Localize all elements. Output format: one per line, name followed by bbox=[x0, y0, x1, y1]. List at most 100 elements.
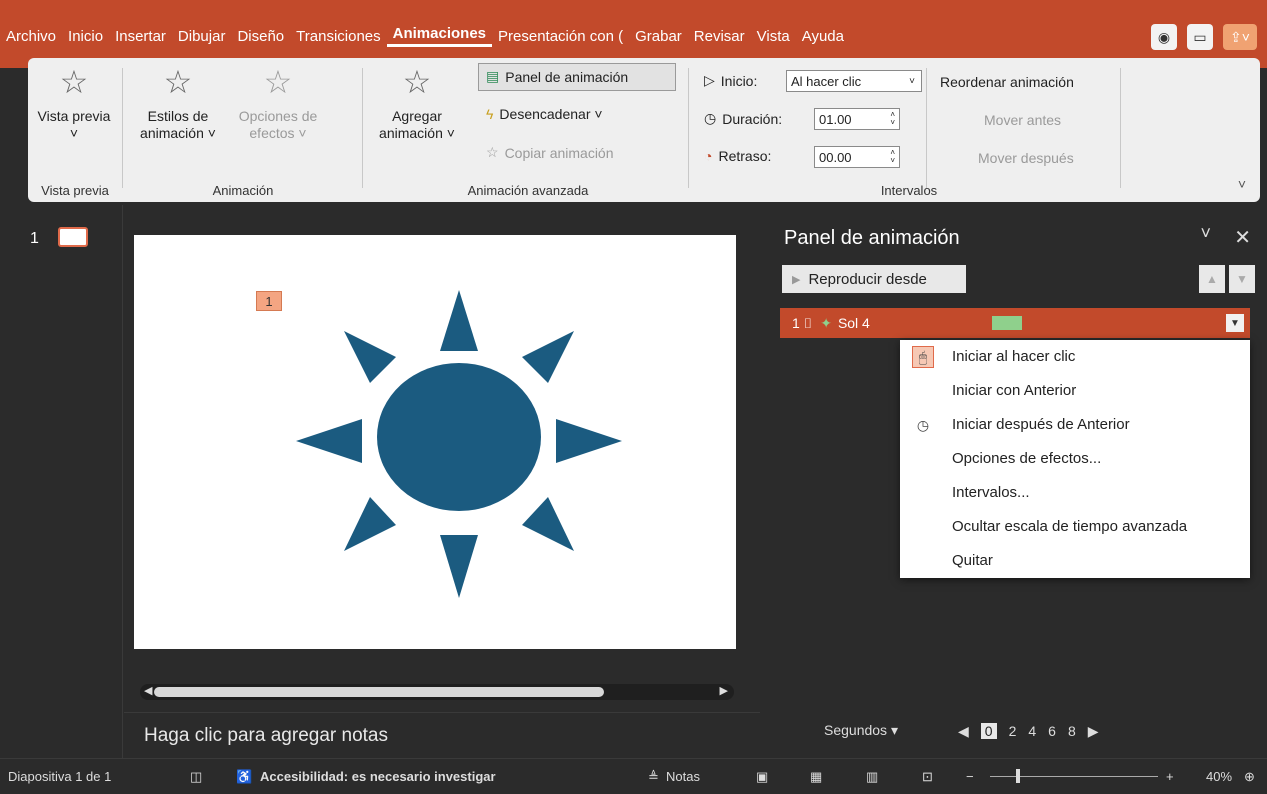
divider bbox=[122, 68, 123, 188]
tick-label: 8 bbox=[1067, 723, 1076, 739]
tab-dibujar[interactable]: Dibujar bbox=[172, 28, 232, 45]
slide-counter: Diapositiva 1 de 1 bbox=[8, 769, 112, 784]
tab-animaciones[interactable]: Animaciones bbox=[386, 25, 493, 47]
copy-animation-button[interactable]: ☆ Copiar animación bbox=[486, 144, 614, 161]
comments-icon[interactable]: ▭ bbox=[1187, 24, 1213, 50]
group-label-preview: Vista previa bbox=[41, 183, 109, 198]
tab-ayuda[interactable]: Ayuda bbox=[796, 28, 850, 45]
fit-slide-icon[interactable]: ⊕ bbox=[1244, 769, 1255, 785]
notes-area[interactable]: Haga clic para agregar notas bbox=[124, 712, 760, 759]
animation-pane-button[interactable]: ▤ Panel de animación bbox=[486, 68, 628, 85]
reading-view-icon[interactable]: ▥ bbox=[866, 769, 878, 785]
move-later-button[interactable]: Mover después bbox=[978, 150, 1074, 166]
tab-inicio[interactable]: Inicio bbox=[62, 28, 109, 45]
duration-spinner[interactable]: 01.00 ˄ ˅ bbox=[814, 108, 900, 130]
animation-item[interactable]: 1 ⌷ ✦ Sol 4 ▼ bbox=[780, 308, 1250, 338]
start-select[interactable]: Al hacer clic ˅ bbox=[786, 70, 922, 92]
slide-thumbnail[interactable] bbox=[58, 227, 88, 247]
move-down-icon[interactable]: ▼ bbox=[1229, 265, 1255, 293]
tab-archivo[interactable]: Archivo bbox=[0, 28, 62, 45]
menu-item-timing[interactable]: Intervalos... bbox=[952, 484, 1030, 501]
star-copy-icon: ☆ bbox=[486, 144, 499, 160]
effect-options-button[interactable]: ☆ Opciones de efectos ˅ bbox=[228, 62, 328, 142]
star-options-icon: ☆ bbox=[263, 63, 293, 100]
chevron-down-icon: ˅ bbox=[909, 75, 915, 87]
lightning-icon: ϟ bbox=[486, 106, 494, 122]
notes-button[interactable]: Notas bbox=[666, 769, 700, 784]
ribbon-collapse-icon[interactable]: ˅ bbox=[1238, 176, 1246, 192]
delay-label: ◔ Retraso: bbox=[704, 148, 772, 164]
add-animation-button[interactable]: ☆ Agregar animación ˅ bbox=[372, 62, 462, 142]
move-earlier-button[interactable]: Mover antes bbox=[984, 112, 1061, 128]
scale-left-icon[interactable]: ◀ bbox=[958, 723, 969, 740]
sun-circle bbox=[377, 363, 541, 511]
zoom-in-icon[interactable]: + bbox=[1166, 769, 1174, 784]
share-icon[interactable]: ⇪˅ bbox=[1223, 24, 1257, 50]
duration-label: ◷ Duración: bbox=[704, 110, 783, 127]
menu-item-start-with-previous[interactable]: Iniciar con Anterior bbox=[952, 382, 1076, 399]
spinner-arrows-icon[interactable]: ˄ ˅ bbox=[890, 111, 895, 127]
item-dropdown-icon[interactable]: ▼ bbox=[1226, 314, 1244, 332]
record-icon[interactable]: ◉ bbox=[1151, 24, 1177, 50]
accessibility-status[interactable]: Accesibilidad: es necesario investigar bbox=[260, 769, 496, 784]
group-label-advanced: Animación avanzada bbox=[467, 183, 589, 198]
horizontal-scrollbar[interactable]: ◀ ▶ bbox=[140, 684, 734, 700]
tab-vista[interactable]: Vista bbox=[751, 28, 796, 45]
timeline: Segundos ▾ ◀ 0 2 4 6 8 ▶ bbox=[810, 712, 1267, 758]
menu-item-start-after-previous[interactable]: Iniciar después de Anterior bbox=[952, 416, 1130, 433]
spinner-arrows-icon[interactable]: ˄ ˅ bbox=[890, 149, 895, 165]
preview-button[interactable]: ☆ Vista previa ˅ bbox=[34, 62, 114, 142]
sun-shape[interactable] bbox=[134, 235, 736, 649]
normal-view-icon[interactable]: ▣ bbox=[756, 769, 768, 785]
menu-item-remove[interactable]: Quitar bbox=[952, 552, 993, 569]
tab-diseno[interactable]: Diseño bbox=[231, 28, 290, 45]
ribbon-tabs: Archivo Inicio Insertar Dibujar Diseño T… bbox=[0, 18, 850, 54]
sun-ray-bottom-left bbox=[344, 497, 396, 551]
menu-item-hide-timeline[interactable]: Ocultar escala de tiempo avanzada bbox=[952, 518, 1187, 535]
tab-grabar[interactable]: Grabar bbox=[629, 28, 688, 45]
notes-icon: ≜ bbox=[648, 769, 659, 784]
tick-label: 6 bbox=[1048, 723, 1056, 739]
delay-spinner[interactable]: 00.00 ˄ ˅ bbox=[814, 146, 900, 168]
scale-right-icon[interactable]: ▶ bbox=[1088, 723, 1099, 740]
tick-label: 4 bbox=[1028, 723, 1037, 739]
animation-pane-icon: ▤ bbox=[486, 68, 500, 84]
book-icon[interactable]: ◫ bbox=[190, 769, 202, 785]
reorder-label: Reordenar animación bbox=[940, 74, 1074, 90]
close-icon[interactable]: ✕ bbox=[1234, 225, 1251, 250]
slide-sorter-icon[interactable]: ▦ bbox=[810, 769, 822, 785]
slide-canvas[interactable]: 1 bbox=[134, 235, 736, 649]
move-up-icon[interactable]: ▲ bbox=[1199, 265, 1225, 293]
tab-revisar[interactable]: Revisar bbox=[688, 28, 751, 45]
zoom-slider-knob[interactable] bbox=[1016, 769, 1020, 783]
play-from-button[interactable]: ▶ Reproducir desde bbox=[782, 265, 966, 293]
group-label-timing: Intervalos bbox=[880, 183, 938, 198]
tab-transiciones[interactable]: Transiciones bbox=[290, 28, 386, 45]
slideshow-icon[interactable]: ⊡ bbox=[922, 769, 933, 785]
time-scale[interactable]: ◀ 0 2 4 6 8 ▶ bbox=[958, 720, 1254, 742]
animation-item-name: Sol 4 bbox=[837, 315, 870, 331]
zoom-level[interactable]: 40% bbox=[1206, 769, 1232, 784]
timing-bar[interactable] bbox=[992, 316, 1022, 330]
group-label-animation: Animación bbox=[212, 183, 274, 198]
seconds-dropdown[interactable]: Segundos ▾ bbox=[824, 722, 898, 739]
trigger-button[interactable]: ϟ Desencadenar ˅ bbox=[486, 106, 603, 122]
menu-item-start-on-click[interactable]: Iniciar al hacer clic bbox=[952, 348, 1075, 365]
star-add-icon: ☆ bbox=[402, 63, 432, 100]
sun-ray-top bbox=[440, 290, 478, 351]
mouse-click-icon: 🖱 bbox=[912, 346, 934, 368]
scrollbar-thumb[interactable] bbox=[154, 687, 604, 697]
slide-thumbnails-pane bbox=[0, 205, 123, 758]
sun-ray-bottom bbox=[440, 535, 478, 598]
tab-presentacion[interactable]: Presentación con ( bbox=[492, 28, 629, 45]
menu-item-effect-options[interactable]: Opciones de efectos... bbox=[952, 450, 1101, 467]
animation-pane-title: Panel de animación bbox=[784, 227, 960, 249]
divider bbox=[688, 68, 689, 188]
clock-icon: ◷ bbox=[704, 110, 717, 126]
scroll-left-icon[interactable]: ◀ bbox=[144, 684, 152, 697]
pane-options-icon[interactable]: ˅ bbox=[1200, 223, 1211, 244]
scroll-right-icon[interactable]: ▶ bbox=[720, 684, 728, 697]
tab-insertar[interactable]: Insertar bbox=[109, 28, 172, 45]
animation-styles-button[interactable]: ☆ Estilos de animación ˅ bbox=[132, 62, 224, 142]
zoom-out-icon[interactable]: − bbox=[966, 769, 974, 784]
